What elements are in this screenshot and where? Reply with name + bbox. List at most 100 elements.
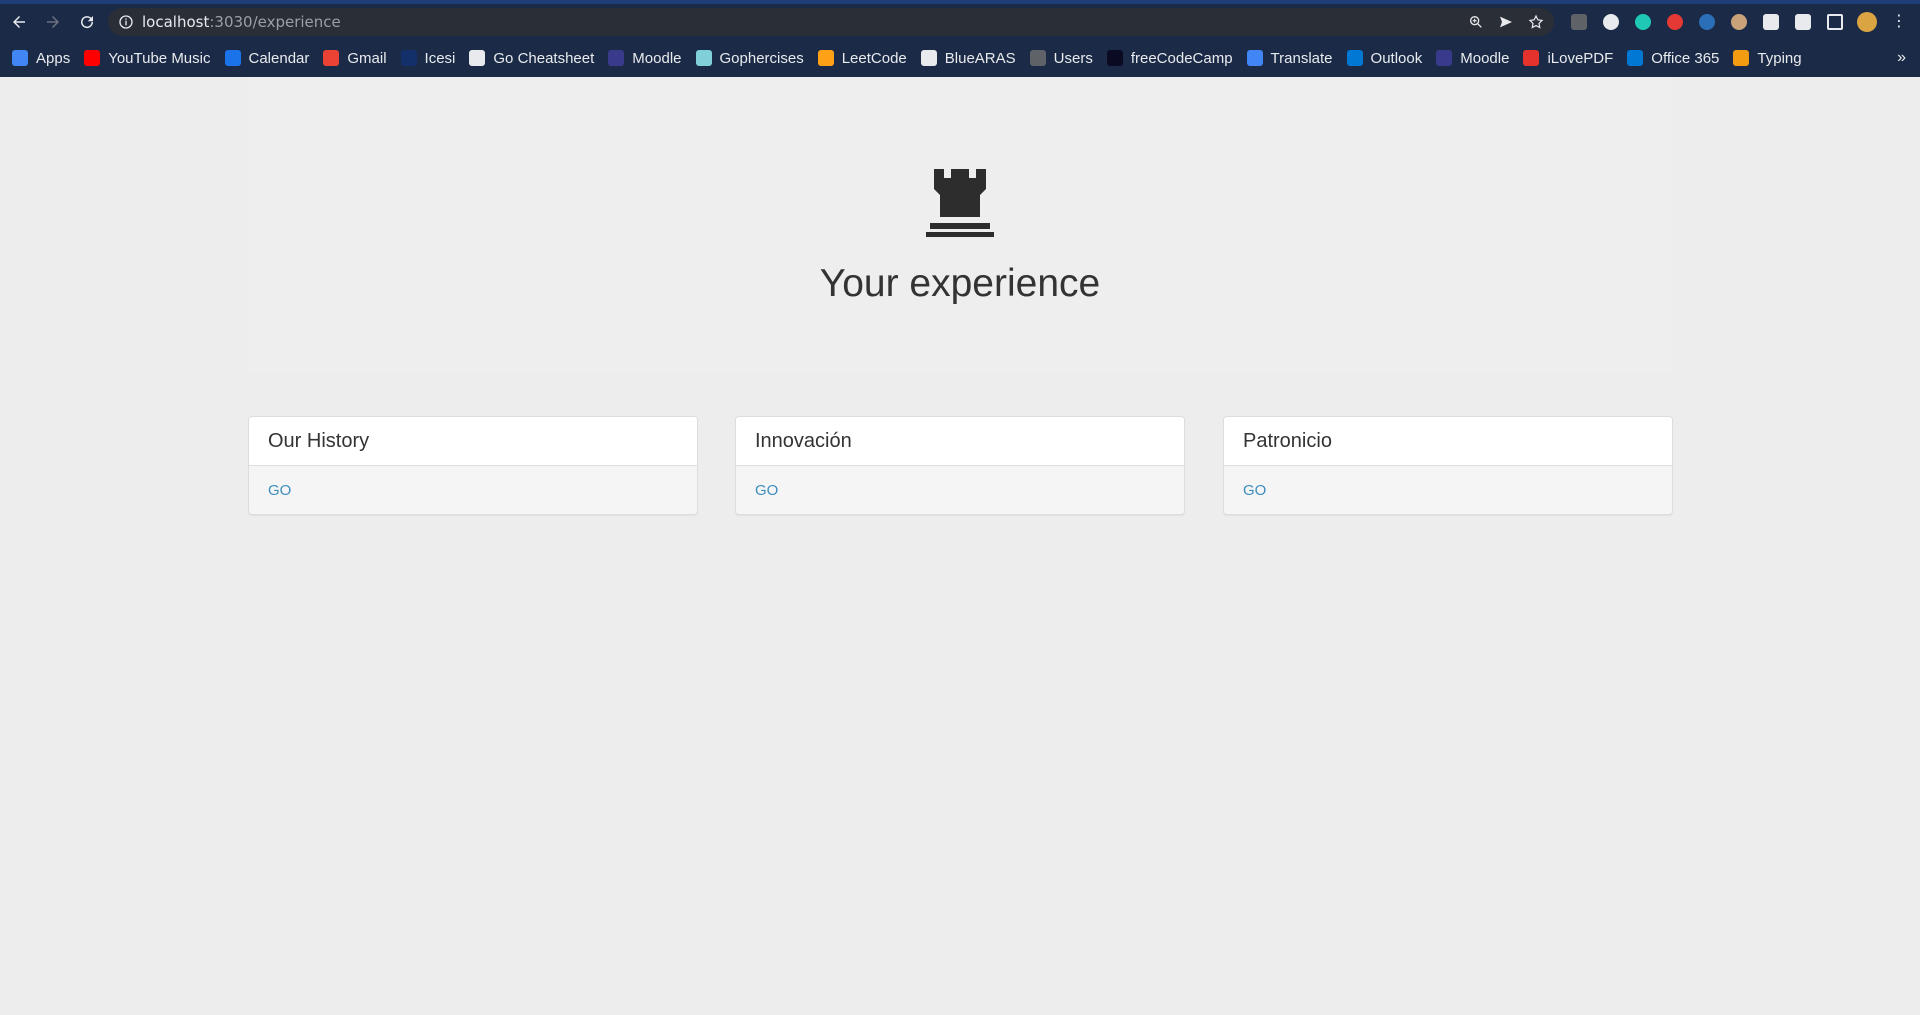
bookmark-label: Go Cheatsheet	[493, 49, 595, 67]
typing-icon	[1733, 50, 1750, 66]
translate-icon	[1246, 50, 1263, 66]
lightbulb-icon[interactable]	[1600, 11, 1622, 33]
forward-button[interactable]	[38, 7, 68, 37]
kebab-menu-icon[interactable]: ⋮	[1888, 11, 1910, 33]
card-footer: GO	[1224, 466, 1672, 514]
youtube-music-icon	[84, 50, 101, 66]
bookmark-label: Moodle	[1460, 49, 1510, 67]
bookmark-ilovepdf[interactable]: iLovePDF	[1523, 50, 1613, 67]
url-host: localhost	[142, 13, 210, 31]
bookmark-label: iLovePDF	[1547, 49, 1614, 67]
browser-toolbar: localhost:3030/experience ⋮	[0, 4, 1920, 40]
card-footer: GO	[736, 466, 1184, 514]
go-link[interactable]: GO	[755, 482, 778, 499]
bookmark-label: Gophercises	[719, 49, 804, 67]
reload-icon	[81, 16, 94, 29]
bookmark-label: Translate	[1270, 49, 1333, 67]
card-header: Patronicio	[1224, 417, 1672, 466]
back-button[interactable]	[4, 7, 34, 37]
bookmark-label: Outlook	[1370, 49, 1423, 67]
bookmark-youtube-music[interactable]: YouTube Music	[84, 49, 211, 67]
card-header: Our History	[249, 417, 697, 466]
outlook-icon	[1346, 50, 1363, 66]
bookmark-label: Typing	[1757, 49, 1802, 67]
zoom-icon[interactable]	[1468, 14, 1484, 30]
bookmark-label: BlueARAS	[944, 49, 1016, 67]
page-title: Your experience	[819, 262, 1101, 305]
bookmark-bluearas[interactable]: BlueARAS	[920, 49, 1016, 67]
bookmark-icesi[interactable]: Icesi	[400, 50, 455, 67]
moodle-icon	[1436, 50, 1453, 66]
github-icon	[469, 50, 486, 66]
face-extension-icon[interactable]	[1728, 11, 1750, 33]
bookmark-go-cheatsheet[interactable]: Go Cheatsheet	[469, 50, 594, 67]
card-title: Innovación	[755, 429, 852, 452]
go-link[interactable]: GO	[268, 482, 291, 499]
card-header: Innovación	[736, 417, 1184, 466]
ilovepdf-icon	[1523, 50, 1540, 66]
bookmark-users[interactable]: Users	[1029, 50, 1093, 67]
omnibox-actions	[1468, 8, 1544, 36]
s-extension-icon[interactable]	[1760, 11, 1782, 33]
bookmark-calendar[interactable]: Calendar	[224, 49, 310, 67]
side-panel-icon[interactable]	[1824, 11, 1846, 33]
bookmarks-overflow-button[interactable]: »	[1897, 44, 1906, 72]
hero-section: Your experience	[248, 77, 1672, 373]
bookmark-label: freeCodeCamp	[1130, 49, 1233, 67]
send-icon[interactable]	[1498, 14, 1514, 30]
gophercises-icon	[695, 50, 712, 66]
bookmark-apps[interactable]: Apps	[12, 50, 70, 67]
reload-button[interactable]	[72, 7, 102, 37]
bookmark-label: Gmail	[347, 49, 387, 67]
moodle-icon	[608, 50, 625, 66]
office-icon	[1627, 50, 1644, 66]
card-footer: GO	[249, 466, 697, 514]
bookmark-outlook[interactable]: Outlook	[1346, 49, 1423, 67]
go-link[interactable]: GO	[1243, 482, 1266, 499]
card-grid: Our History GO Innovación GO Patronicio GO	[248, 416, 1673, 516]
bookmark-label: Calendar	[248, 49, 310, 67]
bookmark-label: YouTube Music	[108, 49, 211, 67]
address-bar[interactable]: localhost:3030/experience	[108, 8, 1554, 36]
url-text[interactable]: localhost:3030/experience	[142, 13, 341, 31]
apps-grid-icon	[12, 50, 28, 66]
bookmark-translate[interactable]: Translate	[1246, 49, 1333, 67]
profile-avatar[interactable]	[1856, 11, 1878, 33]
gmail-icon	[323, 50, 340, 66]
card-3: Patronicio GO	[1223, 416, 1673, 515]
leetcode-icon	[817, 50, 834, 66]
bookmark-office-365[interactable]: Office 365	[1627, 50, 1719, 67]
red-extension-icon[interactable]	[1664, 11, 1686, 33]
bookmark-typing[interactable]: Typing	[1733, 49, 1802, 67]
calendar-icon	[224, 50, 241, 66]
url-path: :3030/experience	[209, 13, 341, 31]
info-icon[interactable]	[118, 14, 134, 30]
card-1: Our History GO	[248, 416, 698, 515]
card-title: Patronicio	[1243, 429, 1332, 452]
bookmark-label: Office 365	[1651, 49, 1720, 67]
page: Your experience Our History GO Innovación G…	[0, 77, 1920, 1015]
extensions-area: ⋮	[1568, 4, 1920, 40]
bookmark-label: Moodle	[632, 49, 682, 67]
globe-icon	[1029, 50, 1046, 66]
bookmark-moodle[interactable]: Moodle	[608, 49, 682, 67]
wave-extension-icon[interactable]	[1696, 11, 1718, 33]
chess-rook-icon	[926, 169, 994, 237]
freecodecamp-icon	[1106, 50, 1123, 66]
arrow-right-icon	[47, 16, 59, 28]
bookmark-gmail[interactable]: Gmail	[323, 49, 387, 67]
bookmark-leetcode[interactable]: LeetCode	[817, 49, 907, 67]
star-icon[interactable]	[1528, 14, 1544, 30]
bookmark-moodle[interactable]: Moodle	[1436, 50, 1509, 67]
bookmark-label: LeetCode	[841, 49, 907, 67]
puzzle-icon[interactable]	[1792, 11, 1814, 33]
browser-chrome: localhost:3030/experience ⋮ Apps YouTube …	[0, 0, 1920, 77]
bookmark-freecodecamp[interactable]: freeCodeCamp	[1106, 49, 1233, 67]
bookmark-gophercises[interactable]: Gophercises	[695, 49, 804, 67]
bluearas-icon	[920, 50, 937, 66]
extension-1-icon[interactable]	[1568, 11, 1590, 33]
card-title: Our History	[268, 429, 370, 452]
bookmarks-bar: Apps YouTube Music Calendar Gmail Icesi Go Ch…	[0, 44, 1920, 72]
card-2: Innovación GO	[735, 416, 1185, 515]
m-extension-icon[interactable]	[1632, 11, 1654, 33]
